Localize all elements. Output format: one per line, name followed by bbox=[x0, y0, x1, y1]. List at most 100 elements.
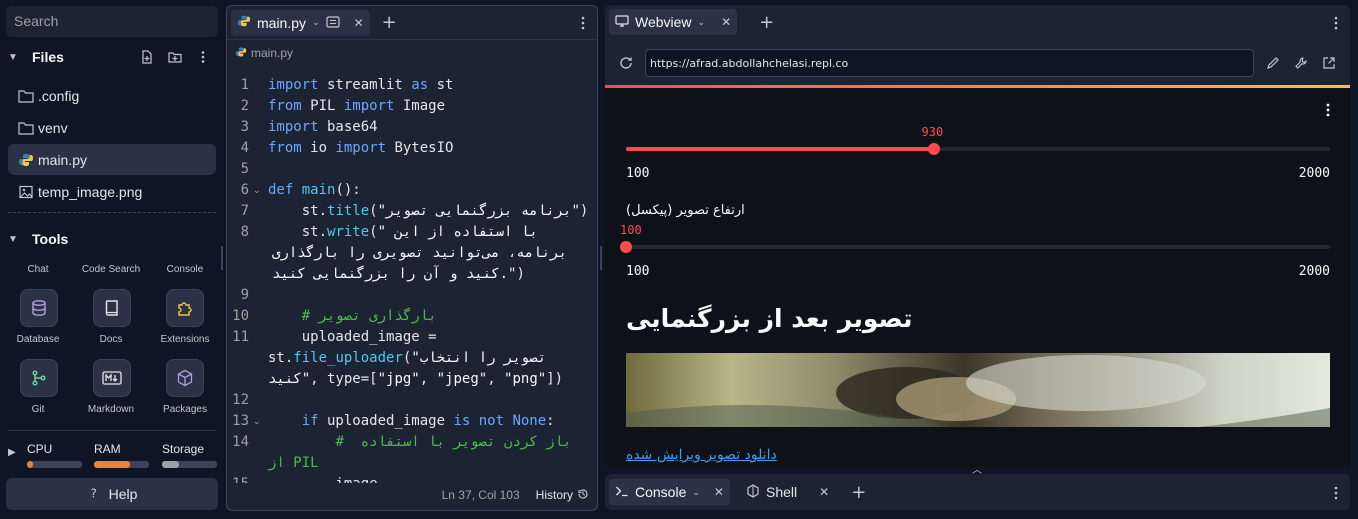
streamlit-app: 930 100 2000 ارتفاع تصویر (پیکسل) 100 10… bbox=[605, 88, 1350, 467]
database-button[interactable] bbox=[20, 289, 58, 327]
edit-icon[interactable] bbox=[1266, 55, 1280, 74]
storage-bar bbox=[162, 461, 217, 468]
code-line: st.file_uploader("تصویر را انتخاب bbox=[268, 350, 547, 366]
chevron-down-icon[interactable]: ⌄ bbox=[698, 17, 706, 28]
more-options-icon[interactable] bbox=[581, 15, 585, 34]
tab-main-py[interactable]: main.py ⌄ ✕ bbox=[231, 9, 370, 36]
packages-button[interactable] bbox=[166, 359, 204, 397]
add-tab-icon[interactable]: + bbox=[759, 12, 774, 33]
line-number: 13 bbox=[232, 413, 249, 429]
files-header[interactable]: ▼ Files bbox=[8, 45, 218, 69]
file-menu-icon[interactable] bbox=[325, 15, 340, 31]
cursor-position[interactable]: Ln 37, Col 103 bbox=[442, 488, 520, 502]
help-icon: ? bbox=[87, 486, 101, 503]
code-line: if uploaded_image is not None: bbox=[301, 413, 555, 429]
slider-width-thumb[interactable] bbox=[927, 143, 940, 155]
code-line: کنید", type=["jpg", "jpeg", "png"]) bbox=[268, 371, 564, 387]
slider-width-max: 2000 bbox=[1298, 166, 1330, 181]
ram-bar bbox=[94, 461, 149, 468]
code-line: از PIL bbox=[268, 455, 319, 471]
file-label: .config bbox=[38, 87, 80, 104]
code-area[interactable]: 1 2 3 4 5 6 7 8 9 10 11 12 13 14 15 ⌄ ⌄ … bbox=[227, 73, 597, 483]
svg-text:?: ? bbox=[90, 486, 96, 500]
tool-label: Git bbox=[31, 404, 45, 415]
slider-height-thumb[interactable] bbox=[620, 241, 632, 253]
file-item-config[interactable]: .config bbox=[8, 80, 216, 111]
tab-webview[interactable]: Webview ⌄ ✕ bbox=[609, 9, 738, 35]
docs-button[interactable] bbox=[93, 289, 131, 327]
git-icon bbox=[32, 370, 46, 386]
wrench-icon[interactable] bbox=[1294, 55, 1308, 74]
tab-shell[interactable]: Shell ✕ bbox=[746, 483, 829, 501]
close-icon[interactable]: ✕ bbox=[819, 485, 829, 499]
slider-height-min: 100 bbox=[626, 264, 650, 279]
resources-toggle[interactable]: ▶ bbox=[8, 447, 16, 458]
sidebar: Search ▼ Files .config venv main.py temp… bbox=[0, 0, 222, 519]
line-number: 8 bbox=[240, 224, 249, 240]
fold-chevron-icon[interactable]: ⌄ bbox=[253, 417, 261, 427]
download-link[interactable]: دانلود تصویر ویرایش شده bbox=[626, 447, 777, 463]
git-button[interactable] bbox=[20, 359, 58, 397]
open-external-icon[interactable] bbox=[1322, 55, 1336, 74]
new-file-icon[interactable] bbox=[140, 50, 154, 64]
breadcrumb[interactable]: main.py bbox=[227, 40, 597, 66]
slider-width-value: 930 bbox=[921, 125, 944, 139]
add-tab-icon[interactable]: + bbox=[382, 12, 397, 33]
code-line: import streamlit as st bbox=[268, 77, 454, 93]
history-button[interactable]: History bbox=[536, 488, 589, 503]
add-tab-icon[interactable]: + bbox=[851, 482, 866, 503]
chevron-down-icon[interactable]: ⌄ bbox=[692, 487, 700, 498]
slider-height-track[interactable] bbox=[626, 245, 1330, 249]
file-item-temp-image[interactable]: temp_image.png bbox=[8, 176, 216, 207]
monitor-icon bbox=[615, 14, 629, 30]
help-button[interactable]: ? Help bbox=[6, 478, 218, 510]
python-icon bbox=[235, 46, 247, 61]
tab-label: main.py bbox=[257, 14, 307, 31]
files-title: Files bbox=[32, 49, 64, 65]
tool-tab-console[interactable]: Console bbox=[150, 264, 220, 275]
line-number: 14 bbox=[232, 434, 249, 450]
markdown-button[interactable] bbox=[93, 359, 131, 397]
file-item-venv[interactable]: venv bbox=[8, 112, 216, 143]
extensions-button[interactable] bbox=[166, 289, 204, 327]
result-image bbox=[626, 353, 1330, 427]
fold-chevron-icon[interactable]: ⌄ bbox=[253, 186, 261, 196]
tool-tab-code-search[interactable]: Code Search bbox=[76, 264, 146, 275]
tab-console[interactable]: Console ⌄ ✕ bbox=[609, 479, 730, 505]
history-icon bbox=[577, 488, 589, 503]
tools-header[interactable]: ▼ Tools bbox=[8, 227, 218, 251]
more-options-icon[interactable] bbox=[1334, 15, 1338, 34]
line-number: 12 bbox=[232, 392, 249, 408]
reload-icon[interactable] bbox=[618, 55, 634, 75]
code-line: کنید و آن را بزرگنمایی کنید.") bbox=[272, 266, 525, 282]
more-options-icon[interactable] bbox=[196, 50, 210, 64]
file-item-main-py[interactable]: main.py bbox=[8, 144, 216, 175]
close-icon[interactable]: ✕ bbox=[721, 15, 731, 29]
slider-height-label: ارتفاع تصویر (پیکسل) bbox=[626, 203, 745, 218]
file-label: venv bbox=[38, 119, 68, 136]
sidebar-resize-handle[interactable] bbox=[221, 246, 223, 270]
chevron-down-icon[interactable]: ⌄ bbox=[312, 17, 320, 28]
url-input[interactable]: https://afrad.abdollahchelasi.repl.co bbox=[645, 49, 1254, 77]
line-number: 4 bbox=[240, 140, 249, 156]
code-line: # باز کردن تصویر با استفاده bbox=[335, 434, 572, 450]
ram-label: RAM bbox=[94, 442, 121, 456]
search-input[interactable]: Search bbox=[6, 6, 218, 37]
line-number: 3 bbox=[240, 119, 249, 135]
pane-resize-handle[interactable] bbox=[600, 246, 602, 270]
code-line: uploaded_image = bbox=[268, 329, 437, 345]
close-icon[interactable]: ✕ bbox=[714, 485, 724, 499]
help-label: Help bbox=[108, 486, 138, 502]
cpu-bar bbox=[27, 461, 82, 468]
tool-label: Docs bbox=[99, 334, 123, 345]
new-folder-icon[interactable] bbox=[168, 50, 182, 64]
book-icon bbox=[105, 300, 118, 316]
more-options-icon[interactable] bbox=[1334, 485, 1338, 504]
tool-label: Packages bbox=[163, 404, 207, 415]
webview-pane: Webview ⌄ ✕ + https://afrad.abdollahchel… bbox=[605, 5, 1350, 467]
chevron-down-icon: ▼ bbox=[8, 233, 18, 245]
close-icon[interactable]: ✕ bbox=[354, 16, 364, 30]
history-label: History bbox=[535, 488, 573, 502]
app-menu-icon[interactable] bbox=[1326, 102, 1330, 121]
tool-tab-chat[interactable]: Chat bbox=[3, 264, 73, 275]
